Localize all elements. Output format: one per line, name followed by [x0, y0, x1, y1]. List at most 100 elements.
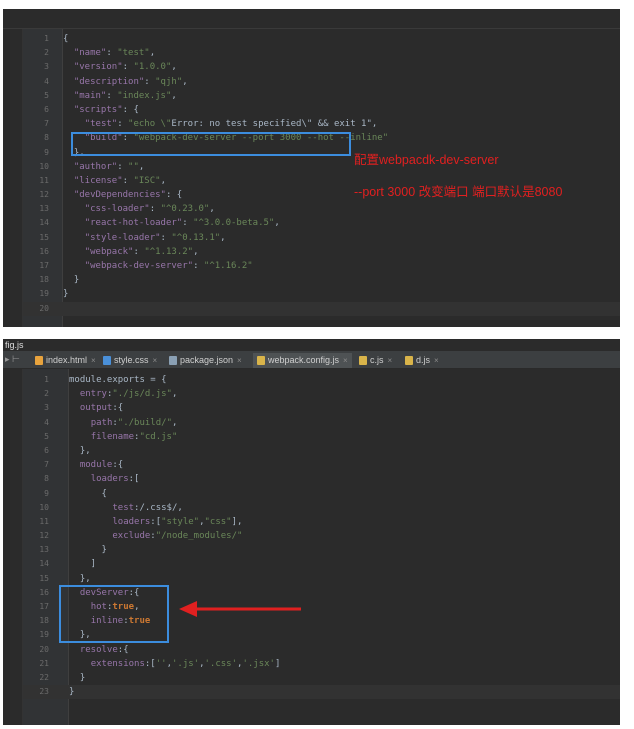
- code-line[interactable]: 13 }: [23, 543, 620, 557]
- line-number: 15: [39, 232, 49, 242]
- line-number: 23: [39, 687, 49, 697]
- line-number: 7: [44, 119, 49, 129]
- code-text: "react-hot-loader": "^3.0.0-beta.5",: [84, 218, 280, 229]
- code-text: "css-loader": "^0.23.0",: [84, 204, 215, 215]
- code-line[interactable]: 9 {: [23, 487, 620, 501]
- code-line[interactable]: 1{: [23, 32, 620, 46]
- line-number: 3: [44, 403, 49, 413]
- code-line[interactable]: 7 module:{: [23, 458, 620, 472]
- line-number: 22: [39, 672, 49, 682]
- close-tab-icon[interactable]: ×: [237, 353, 242, 368]
- line-number: 11: [39, 175, 49, 185]
- code-line[interactable]: 18 }: [23, 273, 620, 287]
- line-number: 8: [44, 133, 49, 143]
- code-line[interactable]: 11 loaders:["style","css"],: [23, 515, 620, 529]
- code-line[interactable]: 14 "react-hot-loader": "^3.0.0-beta.5",: [23, 216, 620, 230]
- tab-d-js[interactable]: d.js ×: [401, 353, 443, 368]
- code-line[interactable]: 15 "style-loader": "^0.13.1",: [23, 231, 620, 245]
- code-text: test:/.css$/,: [112, 502, 183, 513]
- code-text: exclude:"/node_modules/": [112, 531, 243, 542]
- file-type-icon: [405, 356, 413, 365]
- code-text: },: [69, 573, 91, 584]
- code-line[interactable]: 3 "version": "1.0.0",: [23, 60, 620, 74]
- code-area[interactable]: 1 module.exports = {2 entry:"./js/d.js", 3…: [23, 373, 620, 700]
- code-line[interactable]: 15 },: [23, 572, 620, 586]
- code-line[interactable]: 12 exclude:"/node_modules/": [23, 529, 620, 543]
- line-number: 1: [44, 375, 49, 384]
- code-line[interactable]: 7 "test": "echo \"Error: no test specifi…: [23, 117, 620, 131]
- line-number: 10: [39, 502, 49, 512]
- code-text: "main": "index.js",: [73, 90, 177, 101]
- code-text: }: [63, 275, 80, 286]
- line-number: 9: [44, 147, 49, 157]
- editor-side-strip: [3, 369, 23, 725]
- line-number: 6: [44, 104, 49, 114]
- line-number: 3: [44, 62, 49, 72]
- code-line[interactable]: 1 module.exports = {: [23, 373, 620, 387]
- line-number: 12: [39, 531, 49, 541]
- code-text: "scripts": {: [73, 104, 139, 115]
- devserver-highlight-box: [59, 585, 169, 643]
- line-number: 16: [39, 246, 49, 256]
- code-line[interactable]: 21 extensions:['','.js','.css','.jsx']: [23, 657, 620, 671]
- tab-webpack-config-js[interactable]: webpack.config.js ×: [253, 353, 352, 368]
- tab-style-css[interactable]: style.css ×: [99, 353, 161, 368]
- line-number: 20: [39, 303, 49, 313]
- code-line[interactable]: 4 path:"./build/",: [23, 416, 620, 430]
- code-line[interactable]: 5 filename:"cd.js": [23, 430, 620, 444]
- code-line[interactable]: 22 }: [23, 671, 620, 685]
- line-number: 15: [39, 573, 49, 583]
- code-line[interactable]: 5 "main": "index.js",: [23, 89, 620, 103]
- code-text: "name": "test",: [73, 48, 156, 59]
- line-number: 6: [44, 445, 49, 455]
- code-line[interactable]: 2 "name": "test",: [23, 46, 620, 60]
- code-text: }: [69, 672, 86, 683]
- code-line[interactable]: 4 "description": "qjh",: [23, 75, 620, 89]
- code-text: entry:"./js/d.js",: [79, 389, 178, 400]
- line-number: 17: [39, 602, 49, 611]
- close-tab-icon[interactable]: ×: [91, 353, 96, 368]
- code-line[interactable]: 14 ]: [23, 557, 620, 571]
- code-line[interactable]: 3 output:{: [23, 401, 620, 415]
- tab-package-json[interactable]: package.json ×: [165, 353, 246, 368]
- line-number: 14: [39, 218, 49, 228]
- close-tab-icon[interactable]: ×: [434, 353, 439, 368]
- code-line[interactable]: 17 "webpack-dev-server": "^1.16.2": [23, 259, 620, 273]
- line-number: 7: [44, 460, 49, 470]
- line-number: 12: [39, 190, 49, 200]
- code-line[interactable]: 20: [23, 301, 620, 316]
- tab-bar-controls-icon[interactable]: ▸ ⊢: [5, 354, 20, 365]
- code-text: }: [69, 545, 107, 556]
- tab-label: c.js: [370, 355, 384, 365]
- annotation-port-default: --port 3000 改变端口 端口默认是8080: [354, 185, 563, 199]
- line-number: 13: [39, 545, 49, 555]
- code-text: filename:"cd.js": [90, 431, 178, 442]
- line-number: 5: [44, 90, 49, 100]
- code-text: }: [63, 289, 69, 300]
- code-line[interactable]: 16 "webpack": "^1.13.2",: [23, 245, 620, 259]
- close-tab-icon[interactable]: ×: [388, 353, 393, 368]
- code-line[interactable]: 10 test:/.css$/,: [23, 501, 620, 515]
- code-line[interactable]: 20 resolve:{: [23, 643, 620, 657]
- file-path-label: fig.js: [5, 340, 24, 350]
- line-number: 19: [39, 289, 49, 299]
- line-number: 10: [39, 161, 49, 171]
- tab-label: webpack.config.js: [268, 355, 340, 365]
- tab-c-js[interactable]: c.js ×: [355, 353, 396, 368]
- close-tab-icon[interactable]: ×: [153, 353, 158, 368]
- code-line[interactable]: 8 loaders:[: [23, 472, 620, 486]
- close-tab-icon[interactable]: ×: [343, 353, 348, 368]
- package-json-editor-panel: 1{2 "name": "test", 3 "version": "1.0.0",…: [3, 9, 620, 327]
- code-line[interactable]: 6 },: [23, 444, 620, 458]
- tab-index-html[interactable]: index.html ×: [31, 353, 100, 368]
- code-line[interactable]: 13 "css-loader": "^0.23.0",: [23, 202, 620, 216]
- code-line[interactable]: 2 entry:"./js/d.js",: [23, 387, 620, 401]
- line-number: 2: [44, 48, 49, 58]
- code-line[interactable]: 23}: [23, 685, 620, 700]
- code-line[interactable]: 6 "scripts": {: [23, 103, 620, 117]
- code-area[interactable]: 1{2 "name": "test", 3 "version": "1.0.0",…: [23, 32, 620, 316]
- code-line[interactable]: 19}: [23, 287, 620, 301]
- code-line[interactable]: 10 "author": "",: [23, 160, 620, 174]
- code-text: extensions:['','.js','.css','.jsx']: [90, 658, 281, 669]
- code-text: "devDependencies": {: [73, 190, 183, 201]
